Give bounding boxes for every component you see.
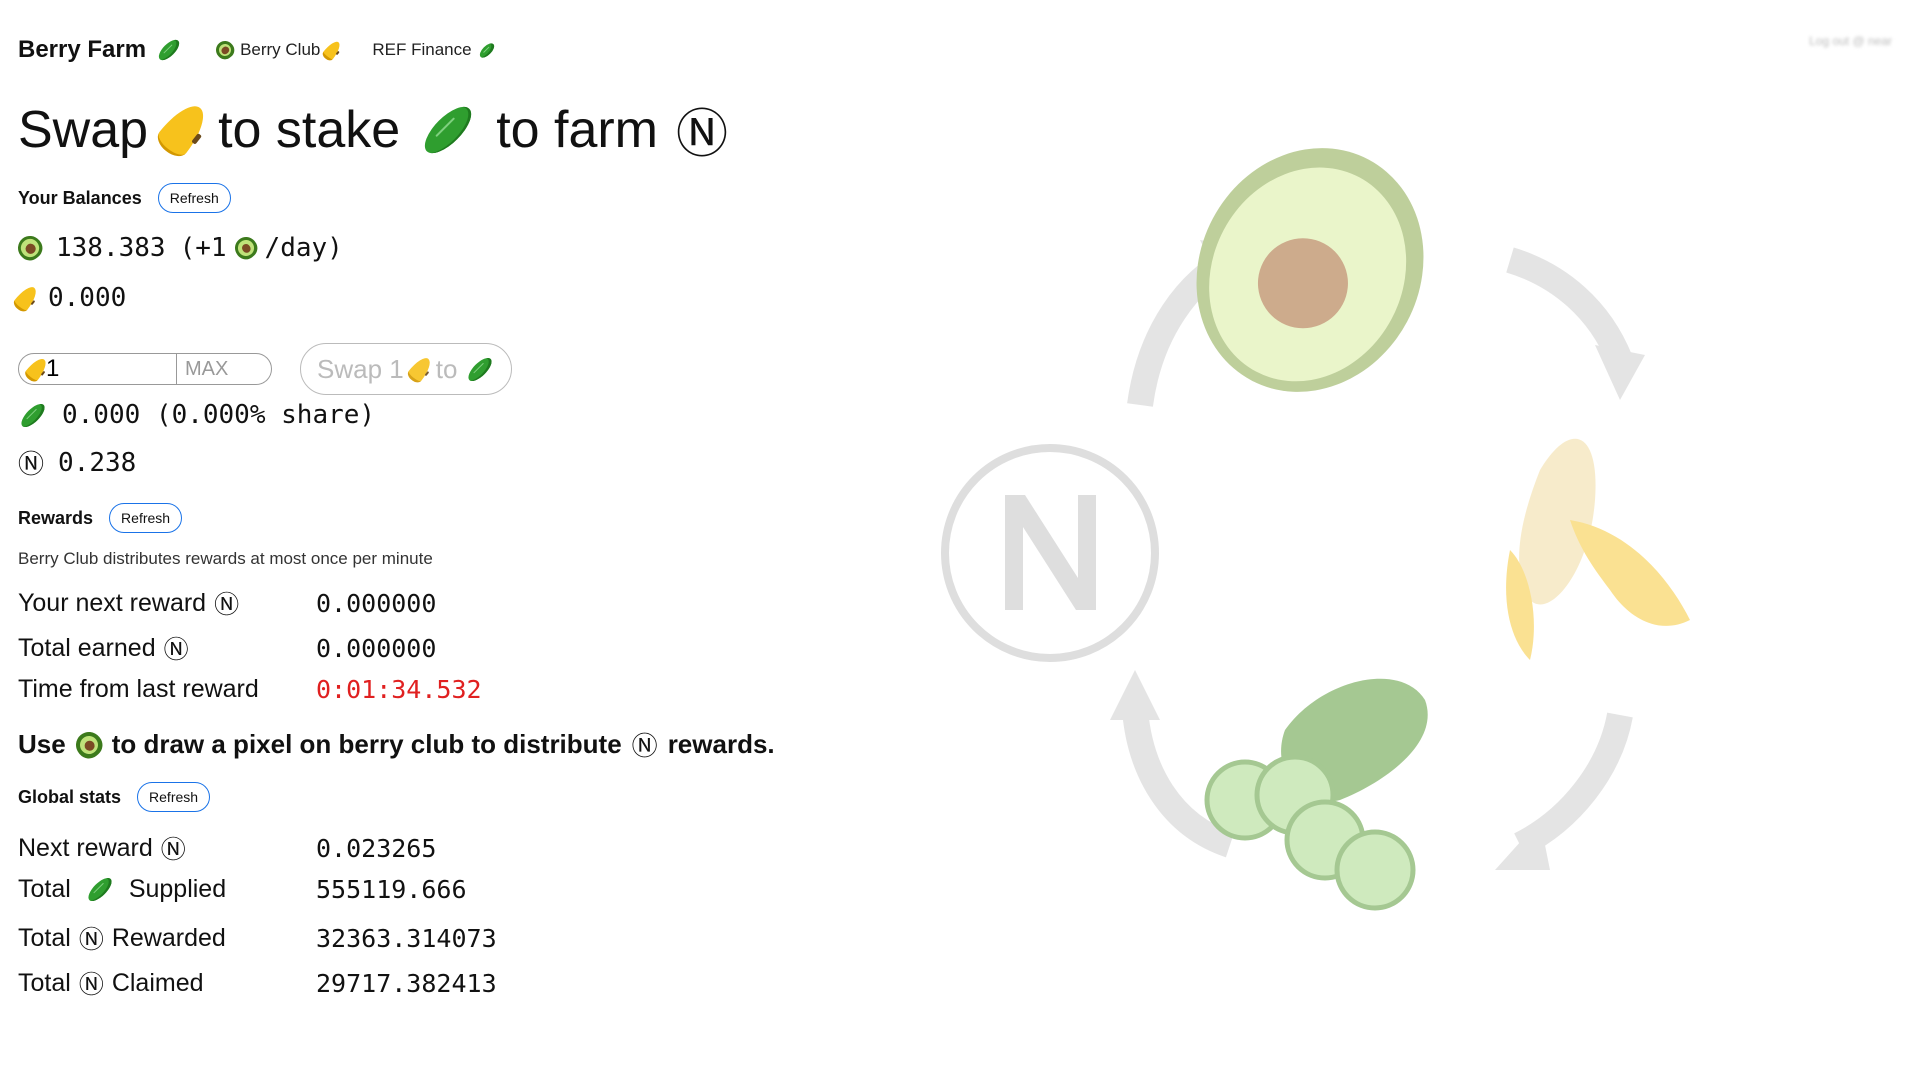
hero-word: to stake: [218, 100, 401, 159]
swap-amount-field: MAX: [18, 353, 272, 385]
header: Berry Farm Berry Club REF Finance: [18, 36, 497, 64]
banana-balance: 0.000: [11, 282, 127, 314]
avocado-icon: [70, 726, 108, 763]
near-icon: Ⓝ: [78, 926, 104, 954]
row-value: 32363.314073: [316, 923, 497, 953]
avocado-rate: (+1: [179, 233, 227, 263]
section-title: Global stats: [18, 786, 122, 807]
refresh-balances-button[interactable]: Refresh: [157, 183, 231, 213]
cucumber-illustration: [1204, 678, 1428, 911]
arrow-head: [1595, 345, 1645, 400]
row-value: 0.000000: [316, 588, 437, 618]
brand-title: Berry Farm: [18, 36, 147, 63]
callout-text: rewards.: [667, 729, 775, 759]
timer-value: 0:01:34.532: [316, 675, 482, 704]
login-status[interactable]: Log out @ near: [1809, 34, 1892, 48]
nav-link-ref-finance[interactable]: REF Finance: [372, 40, 497, 60]
near-logo-icon: [941, 444, 1159, 662]
near-icon: Ⓝ: [676, 106, 729, 164]
rewards-heading: Rewards Refresh: [18, 503, 183, 533]
total-rewarded-row: Total Ⓝ Rewarded 32363.314073: [18, 920, 497, 956]
row-label: Total: [18, 968, 71, 997]
page-title: Swap to stake to farm Ⓝ: [18, 92, 728, 167]
near-amount: 0.238: [58, 447, 137, 478]
swap-button-label: to: [435, 353, 458, 384]
row-label: Your next reward: [18, 588, 207, 617]
near-icon: Ⓝ: [160, 836, 186, 864]
cucumber-icon: [477, 40, 497, 60]
cucumber-icon: [17, 399, 49, 431]
cucumber-icon: [84, 874, 116, 905]
cucumber-icon: [465, 353, 496, 385]
global-stats-heading: Global stats Refresh: [18, 782, 211, 812]
near-icon: Ⓝ: [18, 450, 45, 480]
banana-illustration: [1506, 438, 1690, 660]
farm-cycle-illustration: [941, 148, 1690, 911]
row-label: Next reward: [18, 833, 153, 862]
swap-amount-input[interactable]: [44, 355, 176, 383]
near-icon: Ⓝ: [163, 636, 189, 664]
arrow-head: [1110, 670, 1160, 720]
row-value: 0.000000: [316, 633, 437, 663]
near-icon: Ⓝ: [78, 971, 104, 999]
total-supplied-row: Total Supplied 555119.666: [18, 874, 467, 905]
banana-amount: 0.000: [48, 283, 127, 313]
row-label: Total earned: [18, 633, 156, 662]
swap-button-label: Swap 1: [317, 353, 404, 384]
near-balance: Ⓝ 0.238: [18, 444, 136, 481]
cucumber-icon: [155, 36, 183, 64]
cucumber-balance: 0.000 (0.000% share): [17, 399, 376, 431]
avocado-icon: [230, 232, 262, 264]
refresh-rewards-button[interactable]: Refresh: [109, 503, 183, 533]
nav-link-label: REF Finance: [372, 40, 472, 59]
nav-link-berry-club[interactable]: Berry Club: [212, 37, 344, 63]
row-label: Supplied: [128, 875, 227, 903]
nav-link-label: Berry Club: [240, 40, 321, 59]
cycle-arrow: [1513, 712, 1633, 857]
total-earned-row: Total earned Ⓝ 0.000000: [18, 630, 436, 666]
brand[interactable]: Berry Farm: [18, 36, 183, 64]
callout-text: Use: [18, 729, 66, 759]
banana-icon: [11, 282, 41, 314]
max-button[interactable]: MAX: [176, 354, 237, 384]
swap-button[interactable]: Swap 1 to: [300, 343, 513, 395]
swap-form: MAX Swap 1 to: [18, 343, 513, 395]
avocado-icon: [13, 231, 47, 265]
avocado-amount: 138.383: [56, 233, 166, 263]
callout-text: to draw a pixel on berry club to distrib…: [111, 729, 622, 759]
row-label: Time from last reward: [18, 675, 259, 703]
cucumber-icon: [417, 99, 479, 160]
avocado-icon: [212, 37, 238, 63]
total-claimed-row: Total Ⓝ Claimed 29717.382413: [18, 965, 497, 1001]
section-title: Rewards: [18, 507, 94, 528]
hero-word: to farm: [496, 100, 659, 159]
row-value: 555119.666: [316, 875, 467, 904]
refresh-global-button[interactable]: Refresh: [137, 782, 211, 812]
banana-icon: [321, 38, 344, 62]
hero-word: Swap: [18, 100, 149, 159]
distribute-callout: Use to draw a pixel on berry club to dis…: [18, 726, 775, 763]
banana-icon: [152, 97, 214, 162]
avocado-illustration: [1196, 148, 1424, 392]
near-icon: Ⓝ: [631, 731, 658, 761]
row-value: 0.023265: [316, 833, 437, 863]
row-label: Rewarded: [111, 923, 226, 952]
next-reward-row: Your next reward Ⓝ 0.000000: [18, 585, 436, 621]
avocado-rate-unit: /day): [264, 233, 343, 263]
time-from-last-reward-row: Time from last reward 0:01:34.532: [18, 675, 482, 704]
row-label: Claimed: [111, 968, 204, 997]
rewards-note: Berry Club distributes rewards at most o…: [18, 549, 433, 568]
row-value: 29717.382413: [316, 968, 497, 998]
cycle-arrow: [1506, 247, 1633, 366]
avocado-balance: 138.383 (+1 /day): [13, 231, 343, 265]
banana-icon: [405, 353, 435, 385]
near-icon: Ⓝ: [214, 591, 240, 619]
section-title: Your Balances: [18, 187, 142, 208]
row-label: Total: [18, 875, 71, 903]
cucumber-amount: 0.000 (0.000% share): [62, 400, 376, 430]
row-label: Total: [18, 923, 71, 952]
global-next-reward-row: Next reward Ⓝ 0.023265: [18, 830, 436, 866]
balances-heading: Your Balances Refresh: [18, 183, 231, 213]
